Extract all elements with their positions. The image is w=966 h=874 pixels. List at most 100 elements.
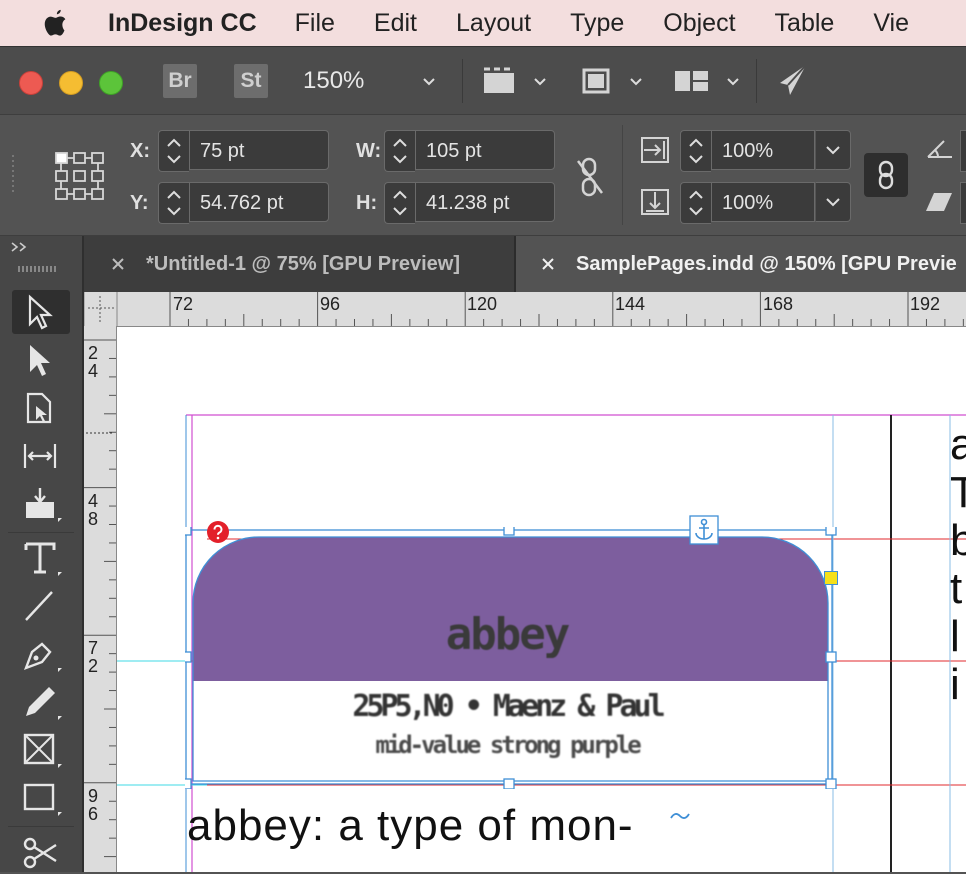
direct-selection-tool[interactable] xyxy=(12,338,70,382)
type-tool[interactable] xyxy=(12,536,70,580)
menu-file[interactable]: File xyxy=(295,9,335,38)
shear-field[interactable] xyxy=(960,182,966,224)
type-T-icon xyxy=(24,542,62,576)
scale-y-stepper[interactable] xyxy=(680,182,711,224)
rectangle-tool[interactable] xyxy=(12,776,70,820)
h-field[interactable]: 41.238 pt xyxy=(415,182,555,222)
gap-tool[interactable] xyxy=(12,434,70,478)
scale-x-field[interactable]: 100% xyxy=(711,130,815,170)
zoom-chevron-down-icon[interactable] xyxy=(422,75,436,89)
close-tab-icon[interactable] xyxy=(540,256,556,272)
close-window-button[interactable] xyxy=(19,71,43,95)
arrange-chevron-down-icon[interactable] xyxy=(726,75,740,89)
menu-table[interactable]: Table xyxy=(775,9,835,38)
horizontal-ruler[interactable]: 72 96 120 144 168 192 xyxy=(84,292,966,327)
live-corner-handle[interactable] xyxy=(824,571,838,585)
shear-angle-icon xyxy=(926,193,952,211)
scissors-tool[interactable] xyxy=(12,830,70,874)
document-tab-bar: *Untitled-1 @ 75% [GPU Preview] SamplePa… xyxy=(84,236,966,292)
minimize-window-button[interactable] xyxy=(59,71,83,95)
selection-tool[interactable] xyxy=(12,290,70,334)
w-field[interactable]: 105 pt xyxy=(415,130,555,170)
scale-x-dropdown[interactable] xyxy=(815,130,851,170)
direct-selection-arrow-icon xyxy=(30,345,50,376)
tab-untitled-1[interactable]: *Untitled-1 @ 75% [GPU Preview] xyxy=(84,236,514,292)
arrange-documents-icon[interactable] xyxy=(672,65,712,97)
y-stepper[interactable] xyxy=(158,182,189,224)
zoom-window-button[interactable] xyxy=(99,71,123,95)
right-column-line: b xyxy=(950,516,966,565)
menu-type[interactable]: Type xyxy=(570,9,624,38)
right-column-line: T xyxy=(950,468,966,517)
tools-panel xyxy=(0,236,84,872)
card-line-2[interactable]: mid-value strong purple xyxy=(317,731,697,759)
tab-label: SamplePages.indd @ 150% [GPU Previe xyxy=(576,252,957,275)
anchor-icon[interactable] xyxy=(689,515,719,545)
stepper-arrows-icon xyxy=(689,190,703,216)
collapse-panel-icon[interactable] xyxy=(10,240,30,254)
screen-mode-chevron-down-icon[interactable] xyxy=(629,75,643,89)
rectangle-frame-tool[interactable] xyxy=(12,728,70,772)
stepper-arrows-icon xyxy=(393,190,407,216)
y-label: Y: xyxy=(130,192,149,214)
screen-mode-icon[interactable] xyxy=(578,65,614,97)
rotation-angle-icon xyxy=(927,140,952,158)
h-label: H: xyxy=(356,192,378,214)
page-tool[interactable] xyxy=(12,386,70,430)
view-options-icon[interactable] xyxy=(480,65,520,97)
stepper-arrows-icon xyxy=(167,138,181,164)
scale-y-field[interactable]: 100% xyxy=(711,182,815,222)
pen-tool[interactable] xyxy=(12,632,70,676)
pencil-tool[interactable] xyxy=(12,680,70,724)
stepper-arrows-icon xyxy=(689,138,703,164)
menu-view[interactable]: Vie xyxy=(873,9,909,38)
ruler-label: 192 xyxy=(910,294,941,314)
content-collector-tool[interactable] xyxy=(12,482,70,526)
vertical-ruler[interactable]: 24 48 72 96 xyxy=(84,326,117,872)
w-stepper[interactable] xyxy=(384,130,415,172)
menu-object[interactable]: Object xyxy=(663,9,735,38)
menu-layout[interactable]: Layout xyxy=(456,9,531,38)
link-icon xyxy=(878,160,894,190)
view-options-chevron-down-icon[interactable] xyxy=(533,75,547,89)
publish-online-icon[interactable] xyxy=(772,61,812,101)
card-line-1[interactable]: 25P5,N0 • Maenz & Paul xyxy=(267,689,747,724)
y-field[interactable]: 54.762 pt xyxy=(189,182,329,222)
menu-edit[interactable]: Edit xyxy=(374,9,417,38)
chevron-down-icon xyxy=(826,198,840,207)
tab-label: *Untitled-1 @ 75% [GPU Preview] xyxy=(146,252,461,275)
menu-app-name[interactable]: InDesign CC xyxy=(108,9,257,38)
ruler-label: 144 xyxy=(615,294,646,314)
gap-icon xyxy=(23,444,57,468)
hyphenation-mark-icon xyxy=(670,813,690,819)
scale-y-dropdown[interactable] xyxy=(815,182,851,222)
card-title[interactable]: abbey xyxy=(417,609,597,660)
zoom-level[interactable]: 150% xyxy=(303,67,364,95)
panel-grip[interactable] xyxy=(18,266,58,272)
ruler-origin-icon[interactable] xyxy=(86,294,114,322)
ruler-label: 168 xyxy=(763,294,794,314)
right-column-line: i xyxy=(950,660,960,709)
application-bar: Br St 150% xyxy=(0,46,966,115)
stepper-arrows-icon xyxy=(393,138,407,164)
bridge-button[interactable]: Br xyxy=(163,64,197,98)
x-stepper[interactable] xyxy=(158,130,189,172)
body-text[interactable]: abbey: a type of mon- xyxy=(187,801,634,851)
x-field[interactable]: 75 pt xyxy=(189,130,329,170)
scale-x-stepper[interactable] xyxy=(680,130,711,172)
h-stepper[interactable] xyxy=(384,182,415,224)
tab-samplepages[interactable]: SamplePages.indd @ 150% [GPU Previe xyxy=(516,236,966,292)
error-warning-icon[interactable] xyxy=(206,520,230,544)
apple-icon[interactable] xyxy=(42,8,70,38)
reference-point-icon[interactable] xyxy=(54,151,106,201)
close-tab-icon[interactable] xyxy=(110,256,126,272)
document-page[interactable]: abbey 25P5,N0 • Maenz & Paul mid-value s… xyxy=(117,327,966,872)
constrain-proportions-unlinked-icon[interactable] xyxy=(574,155,606,199)
rotation-field[interactable] xyxy=(960,130,966,172)
control-divider xyxy=(622,125,623,225)
stock-button[interactable]: St xyxy=(234,64,268,98)
right-column-text[interactable]: a T b t l i xyxy=(950,421,966,709)
constrain-scale-button[interactable] xyxy=(864,153,908,197)
line-tool[interactable] xyxy=(12,584,70,628)
toolbar-divider xyxy=(756,59,757,103)
